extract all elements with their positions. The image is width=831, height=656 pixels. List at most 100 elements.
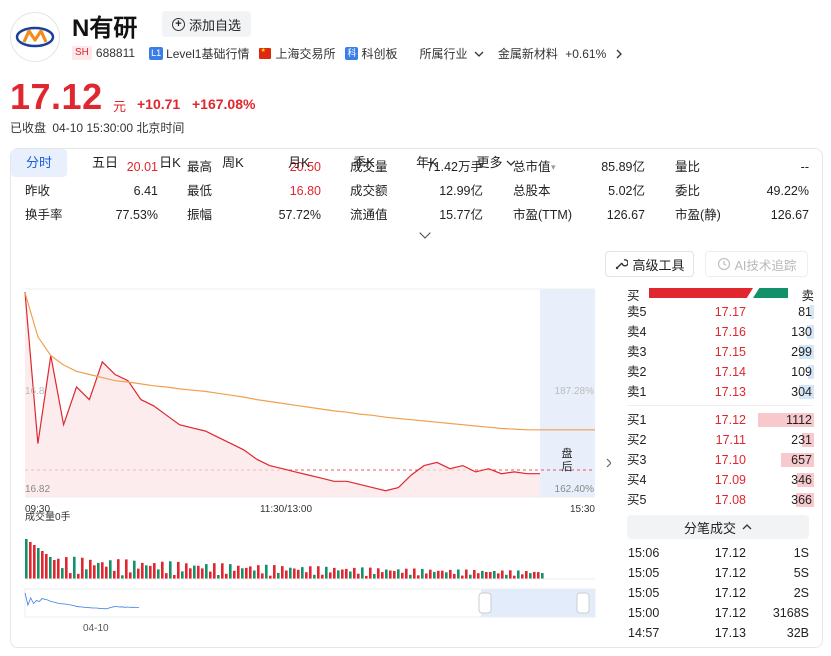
china-flag-icon [259,47,272,59]
volume-bar [33,545,36,579]
caret-down-icon[interactable]: ▾ [551,159,556,175]
tools-icon [616,259,629,270]
chart-tab[interactable]: 更多 [465,149,527,177]
volume-bar [233,570,236,579]
sell-ratio-bar [753,288,788,298]
chart-tab-label: 更多 [476,155,503,170]
chart-tab[interactable]: 日K [142,149,198,177]
level-volume: 366 [791,493,812,507]
pct-low-label: 162.40% [555,484,595,495]
volume-bar [73,556,76,579]
chart-tab[interactable]: 分时 [11,149,67,177]
level-price: 17.12 [714,413,746,427]
ask-row: 卖3 17.15 299 [616,342,814,362]
trades-toggle-button[interactable]: 分笔成交 [627,515,809,539]
chart-tab[interactable]: 年K [399,149,455,177]
stock-name: N有研 [72,15,138,42]
level-volume: 109 [791,365,812,379]
volume-bar [441,570,444,579]
volume-bar [321,574,324,579]
volume-bar [293,568,296,579]
chevron-up-icon [742,524,752,530]
advanced-tools-button[interactable]: 高级工具 [605,251,694,277]
volume-bar [401,572,404,579]
trade-price: 17.13 [714,626,746,640]
volume-bar [137,568,140,579]
volume-label: 成交量0手 [25,510,71,523]
volume-bar [477,573,480,579]
orderbook-divider [627,405,813,406]
volume-bar [149,565,152,579]
level-label: 卖3 [627,345,647,359]
intraday-chart[interactable]: 16.8 16.82 187.28% 162.40% 盘后 09:30 11:3… [11,279,612,649]
volume-bar [497,573,500,579]
pct-high-label: 187.28% [555,386,595,397]
chart-tab[interactable]: 五日 [77,149,133,177]
add-watchlist-button[interactable]: + 添加自选 [162,11,252,37]
level-price: 17.15 [714,345,746,359]
volume-bar [165,573,168,579]
volume-bar [77,573,80,579]
volume-bar [305,572,308,579]
bid-row: 买2 17.11 231 [616,430,814,450]
stat-label: 市盈(TTM) [513,208,573,222]
chart-tab[interactable]: 月K [271,149,327,177]
volume-bar [337,570,340,579]
sector-link[interactable]: 金属新材料 +0.61% [498,45,623,62]
stat-value: 77.53% [115,208,158,222]
volume-bar [221,563,224,579]
stat-value: 6.41 [133,184,158,198]
volume-bar [529,573,532,579]
volume-bar [445,572,448,579]
stock-meta-row: SH 688811 L1 Level1基础行情 上海交易所 科 科创板 所属行业… [72,45,623,61]
volume-bar [409,574,412,579]
volume-bar [209,571,212,579]
volume-bar [213,563,216,579]
stock-code: 688811 [95,46,136,60]
volume-bar [297,569,300,579]
volume-bar [353,567,356,579]
volume-bar [429,569,432,579]
volume-bar [413,568,416,579]
volume-bar [257,565,260,579]
chart-tab-label: 季K [353,155,375,170]
volume-bar [205,564,208,579]
volume-bar [285,570,288,579]
nav-left-handle[interactable] [478,592,492,614]
y-low-label: 16.82 [25,484,50,495]
stock-header: N有研 + 添加自选 SH 688811 L1 Level1基础行情 上海交易所… [0,0,831,140]
volume-bar [309,566,312,579]
volume-bar [101,562,104,579]
chevron-down-icon [503,155,516,170]
volume-bar [533,571,536,579]
volume-bar [225,573,228,579]
current-price: 17.12 [10,76,103,117]
stat-label: 流通值 [350,208,388,222]
stat-value: 16.80 [289,184,321,198]
ai-tracking-button[interactable]: AI技术追踪 [705,251,808,277]
expand-stats-chevron-icon[interactable] [419,227,431,239]
volume-bar [373,574,376,579]
level-price: 17.10 [714,453,746,467]
sector-change: +0.61% [565,46,607,61]
volume-bar [245,567,248,579]
collapse-panel-chevron-icon[interactable] [606,458,612,468]
volume-bar [385,569,388,579]
volume-bar [301,567,304,579]
volume-bar [113,570,116,579]
chart-tab[interactable]: 季K [336,149,392,177]
nav-right-handle[interactable] [576,592,590,614]
volume-bar [117,559,120,579]
volume-bar [281,566,284,579]
bid-row: 买3 17.10 657 [616,450,814,470]
volume-bar [93,565,96,579]
chart-tab[interactable]: 周K [205,149,261,177]
industry-dropdown[interactable]: 所属行业 [420,45,484,62]
volume-bar [521,574,524,579]
advanced-tools-label: 高级工具 [632,257,685,273]
price-change-percent: +167.08% [192,96,256,112]
volume-bar [313,574,316,579]
level-label: 买5 [627,493,647,507]
volume-bar [57,558,60,579]
level-price: 17.16 [714,325,746,339]
